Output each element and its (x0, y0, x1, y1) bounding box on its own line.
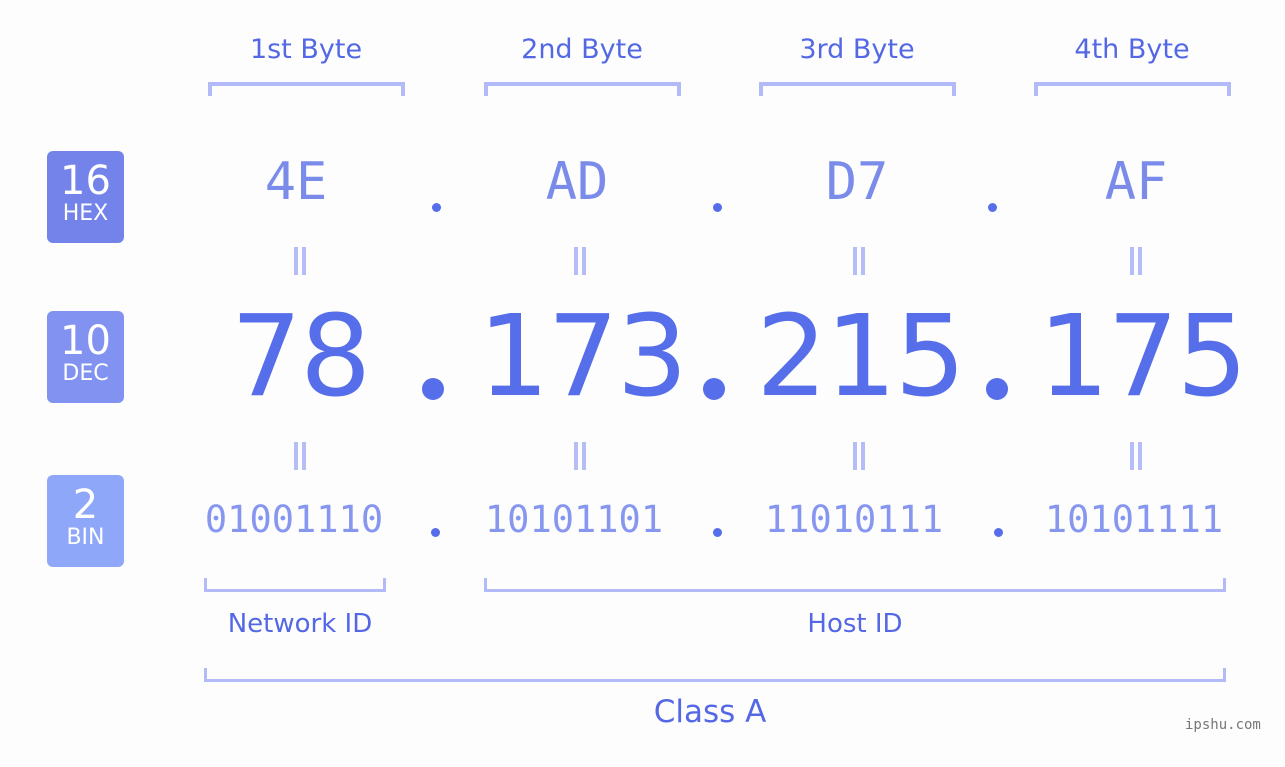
byte-label-1: 1st Byte (249, 34, 363, 65)
bin-badge-label: BIN (66, 525, 105, 550)
class-bracket (204, 668, 1226, 682)
byte-label-3: 3rd Byte (799, 34, 915, 65)
bin-badge-number: 2 (72, 482, 99, 528)
equals-icon (572, 247, 588, 275)
byte-bracket-1 (208, 82, 405, 96)
hex-badge: 16 HEX (47, 151, 124, 243)
host-id-bracket (484, 578, 1226, 592)
bin-dot-3 (994, 528, 1003, 537)
bin-badge: 2 BIN (47, 475, 124, 567)
byte-label-4: 4th Byte (1074, 34, 1190, 65)
hex-badge-label: HEX (62, 201, 109, 226)
dec-value-1: 78 (230, 292, 372, 422)
equals-icon (851, 442, 867, 470)
equals-icon (292, 247, 308, 275)
network-id-label: Network ID (227, 609, 373, 639)
class-label: Class A (653, 694, 767, 730)
hex-value-2: AD (545, 152, 609, 212)
byte-bracket-4 (1034, 82, 1231, 96)
network-id-bracket (204, 578, 386, 592)
dec-dot-1 (422, 378, 444, 400)
bin-value-4: 10101111 (1044, 498, 1224, 541)
equals-icon (851, 247, 867, 275)
hex-dot-1 (432, 203, 441, 212)
bin-value-1: 01001110 (204, 498, 384, 541)
hex-value-4: AF (1104, 152, 1168, 212)
equals-icon (1128, 442, 1144, 470)
hex-dot-3 (988, 203, 997, 212)
dec-value-4: 175 (1038, 292, 1248, 422)
byte-bracket-2 (484, 82, 681, 96)
dec-badge-number: 10 (60, 318, 111, 364)
equals-icon (572, 442, 588, 470)
bin-dot-1 (431, 528, 440, 537)
hex-value-1: 4E (264, 152, 328, 212)
equals-icon (1128, 247, 1144, 275)
dec-dot-2 (703, 378, 725, 400)
host-id-label: Host ID (807, 609, 903, 639)
byte-bracket-3 (759, 82, 956, 96)
dec-badge: 10 DEC (47, 311, 124, 403)
byte-label-2: 2nd Byte (521, 34, 643, 65)
hex-dot-2 (713, 203, 722, 212)
bin-value-2: 10101101 (484, 498, 664, 541)
dec-badge-label: DEC (62, 361, 109, 386)
dec-value-2: 173 (478, 292, 688, 422)
bin-dot-2 (713, 528, 722, 537)
bin-value-3: 11010111 (764, 498, 944, 541)
equals-icon (292, 442, 308, 470)
watermark: ipshu.com (1185, 717, 1261, 733)
hex-badge-number: 16 (60, 158, 111, 204)
hex-value-3: D7 (825, 152, 889, 212)
dec-dot-3 (986, 378, 1008, 400)
dec-value-3: 215 (756, 292, 966, 422)
